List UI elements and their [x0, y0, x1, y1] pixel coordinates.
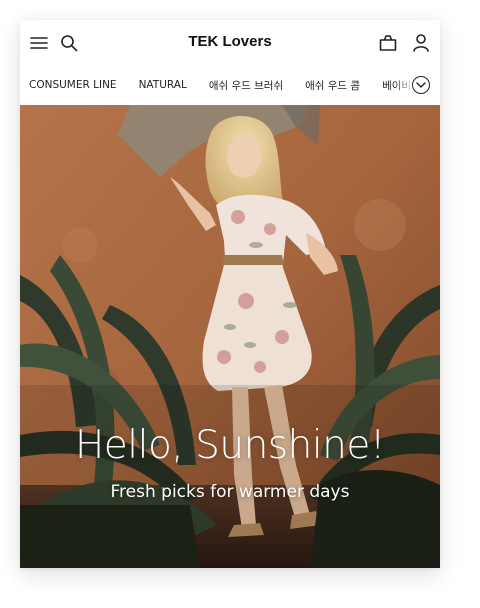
category-consumer-line[interactable]: CONSUMER LINE	[29, 79, 117, 91]
category-nav: CONSUMER LINE NATURAL 애쉬 우드 브러쉬 애쉬 우드 콤 …	[20, 66, 440, 104]
category-natural[interactable]: NATURAL	[139, 79, 187, 91]
top-header: TEK Lovers	[20, 20, 440, 66]
hero-title: Hello, Sunshine!	[74, 423, 386, 468]
chevron-down-circle-icon[interactable]	[412, 76, 430, 94]
category-track: CONSUMER LINE NATURAL 애쉬 우드 브러쉬 애쉬 우드 콤 …	[29, 66, 433, 104]
category-ash-wood-comb[interactable]: 애쉬 우드 콤	[305, 78, 360, 93]
user-icon[interactable]	[410, 32, 432, 54]
category-ash-wood-brush[interactable]: 애쉬 우드 브러쉬	[209, 78, 283, 93]
app-screen: TEK Lovers CONSUMER LINE NATURAL 애쉬 우드 브…	[20, 20, 440, 568]
bag-icon[interactable]	[377, 32, 399, 54]
hero-banner[interactable]: Hello, Sunshine! Fresh picks for warmer …	[20, 105, 440, 568]
hero-subtitle: Fresh picks for warmer days	[110, 482, 350, 502]
